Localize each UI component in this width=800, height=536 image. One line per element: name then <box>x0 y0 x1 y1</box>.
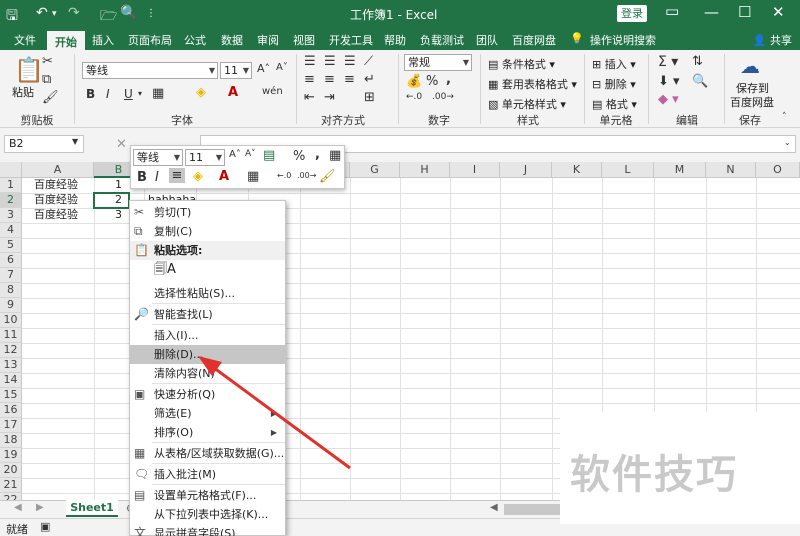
arrow-head <box>198 356 222 376</box>
watermark: 软件技巧 <box>560 412 800 524</box>
arrow-shaft <box>205 360 351 470</box>
